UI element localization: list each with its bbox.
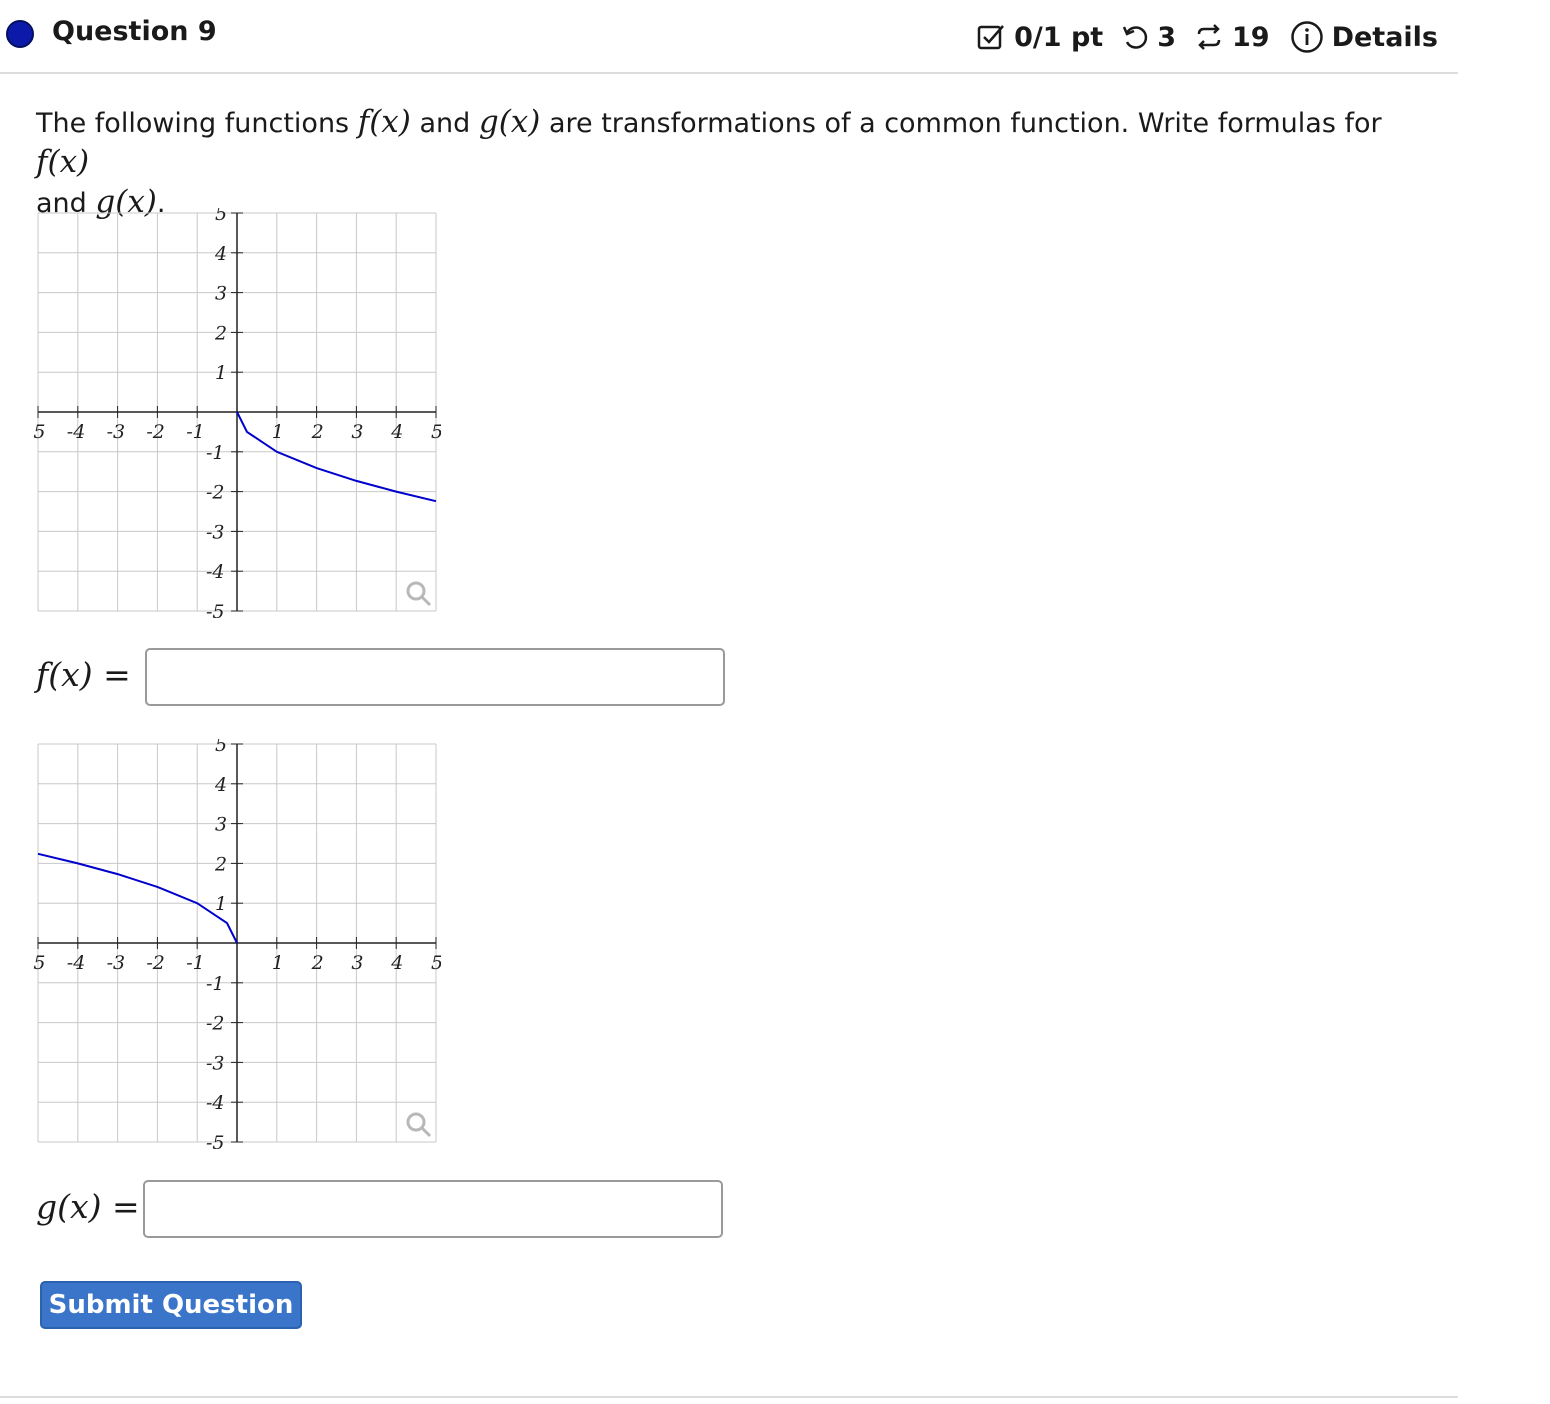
graph-canvas: -5 -4 -3 -2 -1 1 2 3 4 5 5 4 3 2 1 -1 -2 -3 -4 -5 (27, 203, 443, 623)
zoom-magnifier-icon[interactable] (406, 581, 432, 607)
magnifier-lens (406, 581, 426, 601)
y-tick-label: 5 (215, 739, 227, 756)
y-tick-label: -3 (206, 1052, 225, 1074)
x-tick-label: -4 (67, 421, 86, 443)
info-icon[interactable] (1290, 20, 1324, 54)
x-tick-label: -2 (146, 421, 165, 443)
y-tick-label: 1 (215, 362, 227, 384)
question-title: Question 9 (52, 16, 217, 47)
f-answer-input[interactable] (145, 648, 725, 706)
x-tick-label: -5 (33, 952, 46, 974)
x-tick-label: -1 (186, 421, 205, 443)
question-status-dot (6, 20, 34, 48)
question-meta: 0/1 pt 3 19 Details (976, 20, 1438, 54)
y-tick-label: -1 (206, 442, 225, 464)
math-g: g(x) (478, 104, 541, 140)
y-tick-label: -5 (206, 601, 225, 618)
x-tick-label: -5 (33, 421, 46, 443)
y-tick-label: 2 (214, 322, 227, 344)
math-f: f(x) (36, 144, 90, 180)
x-tick-label: 4 (390, 421, 403, 443)
x-tick-label: 3 (351, 421, 363, 443)
score-text: 0/1 pt (1014, 21, 1104, 53)
y-tick-label: -1 (206, 973, 225, 995)
y-tick-label: -4 (206, 561, 225, 583)
y-tick-label: 4 (214, 774, 227, 796)
function-curve (37, 852, 238, 944)
g-answer-label: g(x) = (36, 1187, 140, 1226)
f-answer-label: f(x) = (36, 655, 131, 694)
prompt-text: The following functions (36, 108, 358, 139)
retry-icon (1121, 23, 1149, 51)
footer-divider (0, 1396, 1458, 1398)
x-tick-label: 5 (431, 952, 441, 974)
function-curve (236, 411, 437, 503)
x-tick-label: -2 (146, 952, 165, 974)
attempts-count: 19 (1231, 21, 1270, 53)
graph-f[interactable]: -5 -4 -3 -2 -1 1 2 3 4 5 5 4 3 2 1 -1 -2 -3 -4 -5 (27, 203, 443, 623)
submit-question-button[interactable]: Submit Question (40, 1281, 302, 1329)
magnifier-handle (420, 1126, 432, 1138)
y-tick-label: -2 (206, 1013, 225, 1035)
x-tick-label: -4 (67, 952, 86, 974)
math-f: f(x) (357, 104, 411, 140)
graph-canvas: -5 -4 -3 -2 -1 1 2 3 4 5 5 4 3 2 1 -1 -2 -3 -4 -5 (27, 734, 443, 1154)
x-tick-label: 3 (351, 952, 363, 974)
x-tick-label: 4 (390, 952, 403, 974)
x-tick-label: 1 (272, 421, 284, 443)
magnifier-handle (420, 595, 432, 607)
y-tick-label: -5 (206, 1132, 225, 1149)
x-tick-label: -3 (107, 421, 126, 443)
magnifier-lens (406, 1112, 426, 1132)
prompt-text: are transformations of a common function… (540, 108, 1382, 139)
y-tick-label: -4 (206, 1092, 225, 1114)
y-tick-label: 3 (215, 283, 227, 305)
question-header: Question 9 0/1 pt 3 19 Details (0, 0, 1458, 74)
question-prompt: The following functions f(x) and g(x) ar… (36, 103, 1436, 223)
details-link[interactable]: Details (1332, 22, 1438, 53)
g-answer-input[interactable] (143, 1180, 723, 1238)
y-tick-label: 3 (215, 814, 227, 836)
y-tick-label: 4 (214, 243, 227, 265)
y-tick-label: 2 (214, 853, 227, 875)
checkbox-score-icon (976, 22, 1006, 52)
x-tick-label: 2 (311, 952, 324, 974)
y-tick-label: 1 (215, 893, 227, 915)
y-tick-label: -3 (206, 521, 225, 543)
attempts-icon (1194, 22, 1224, 52)
y-tick-label: -2 (206, 482, 225, 504)
retries-count: 3 (1157, 21, 1176, 53)
x-tick-label: 1 (272, 952, 284, 974)
zoom-magnifier-icon[interactable] (406, 1112, 432, 1138)
x-tick-label: -1 (186, 952, 205, 974)
graph-g[interactable]: -5 -4 -3 -2 -1 1 2 3 4 5 5 4 3 2 1 -1 -2 -3 -4 -5 (27, 734, 443, 1154)
prompt-text: and (410, 108, 479, 139)
x-tick-label: 5 (431, 421, 441, 443)
x-tick-label: -3 (107, 952, 126, 974)
x-tick-label: 2 (311, 421, 324, 443)
y-tick-label: 5 (215, 208, 227, 225)
